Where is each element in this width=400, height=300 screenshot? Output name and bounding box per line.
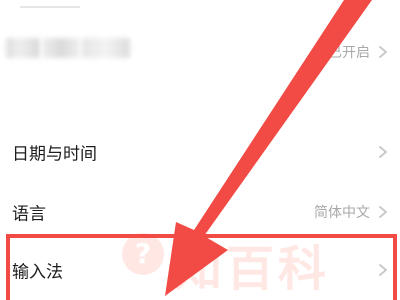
date-time-label: 日期与时间 xyxy=(12,144,97,165)
language-setting-row[interactable]: 语言 简体中文 xyxy=(0,186,400,238)
language-value: 简体中文 xyxy=(314,205,370,221)
language-label: 语言 xyxy=(12,204,46,225)
notification-status: 已开启 xyxy=(328,45,370,61)
date-time-setting-row[interactable]: 日期与时间 xyxy=(0,126,400,178)
notification-setting-row[interactable]: 已开启 xyxy=(0,26,400,78)
chevron-right-icon xyxy=(379,46,387,58)
chevron-right-icon xyxy=(379,206,387,218)
top-divider xyxy=(20,0,80,8)
settings-screen: 已开启 日期与时间 语言 简体中文 输入法 ? 知百科 xyxy=(0,0,400,300)
highlight-box xyxy=(6,234,397,300)
chevron-right-icon xyxy=(379,146,387,158)
